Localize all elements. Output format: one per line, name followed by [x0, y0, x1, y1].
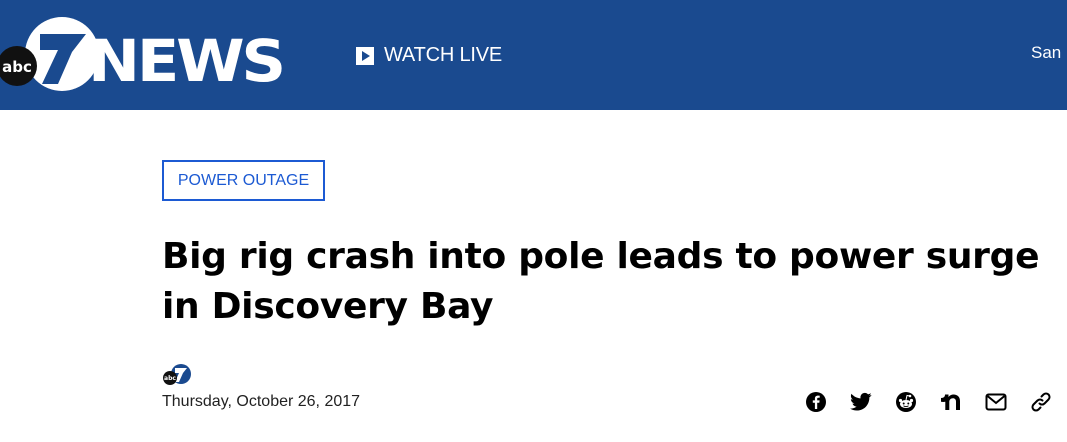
watch-live-button[interactable]: WATCH LIVE — [356, 44, 502, 67]
category-tag[interactable]: POWER OUTAGE — [162, 160, 325, 201]
share-facebook-button[interactable] — [804, 390, 828, 414]
publish-date: Thursday, October 26, 2017 — [162, 393, 361, 410]
nextdoor-icon — [941, 394, 960, 410]
share-reddit-button[interactable] — [894, 390, 918, 414]
share-email-button[interactable] — [984, 390, 1008, 414]
play-icon — [356, 46, 374, 65]
abc7-news-logo[interactable]: abc NEWS — [0, 14, 290, 94]
link-icon — [1031, 392, 1051, 412]
copy-link-button[interactable] — [1029, 390, 1053, 414]
twitter-icon — [850, 392, 872, 411]
email-icon — [985, 393, 1007, 411]
facebook-icon — [806, 392, 826, 412]
abc7-byline-icon: abc — [163, 364, 191, 385]
share-nextdoor-button[interactable] — [939, 390, 963, 414]
svg-text:abc: abc — [164, 375, 176, 382]
article-headline: Big rig crash into pole leads to power s… — [162, 236, 1040, 327]
location-selector[interactable]: San — [1031, 43, 1061, 63]
site-header: abc NEWS WATCH LIVE San — [0, 0, 1067, 110]
watch-live-label: WATCH LIVE — [384, 44, 503, 66]
abc-logo-text: abc — [2, 58, 32, 76]
share-twitter-button[interactable] — [849, 390, 873, 414]
reddit-icon — [896, 392, 916, 412]
news-wordmark: NEWS — [88, 27, 283, 94]
